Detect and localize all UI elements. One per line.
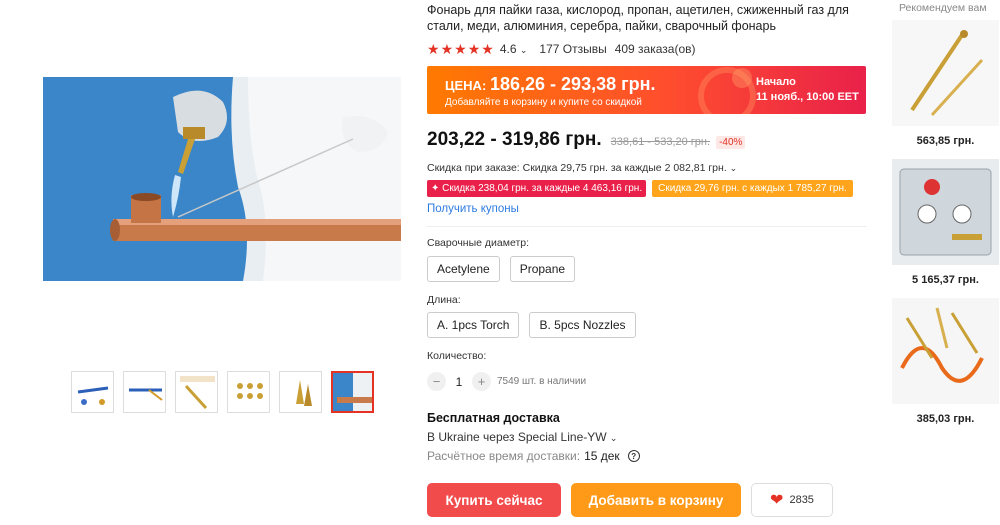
thumbnail-strip xyxy=(71,371,374,413)
heart-icon: ❤ xyxy=(770,492,784,509)
promo-price-range: 186,26 - 293,38 грн. xyxy=(490,74,656,94)
question-icon[interactable]: ? xyxy=(627,450,640,462)
shipping-method-text: В Ukraine через Special Line-YW xyxy=(427,430,607,444)
promo-start-label: Начало xyxy=(756,76,796,88)
action-buttons: Купить сейчас Добавить в корзину ❤ 2835 xyxy=(427,483,833,517)
thumbnail-5[interactable] xyxy=(279,371,322,413)
rating-row: ★ ★ ★ ★ ★ 4.6 ⌄ 177 Отзывы 409 заказа(ов… xyxy=(427,42,867,56)
recommended-item-2[interactable]: 5 165,37 грн. xyxy=(892,159,999,286)
promo-start-date: 11 нояб., 10:00 EET xyxy=(756,91,859,103)
recommended-title: Рекомендуем вам xyxy=(899,2,987,14)
star-icon: ★ xyxy=(454,41,467,57)
thumbnail-1[interactable] xyxy=(71,371,114,413)
coupon-red[interactable]: ✦ Скидка 238,04 грн. за каждые 4 463,16 … xyxy=(427,180,647,197)
order-discount[interactable]: Скидка при заказе: Скидка 29,75 грн. за … xyxy=(427,162,737,174)
diameter-label: Сварочные диаметр: xyxy=(427,237,530,249)
current-price: 203,22 - 319,86 грн. xyxy=(427,129,602,150)
shipping-title: Бесплатная доставка xyxy=(427,411,560,425)
order-discount-text: Скидка при заказе: Скидка 29,75 грн. за … xyxy=(427,162,727,174)
length-label: Длина: xyxy=(427,294,461,306)
option-nozzles[interactable]: B. 5pcs Nozzles xyxy=(529,312,636,338)
recommended-item-1[interactable]: 563,85 грн. xyxy=(892,20,999,147)
quantity-stepper: − 1 + 7549 шт. в наличии xyxy=(427,372,586,391)
old-price: 338,61 - 533,20 грн. xyxy=(610,136,711,148)
shipping-method[interactable]: В Ukraine через Special Line-YW ⌄ xyxy=(427,430,617,444)
product-info: Фонарь для пайки газа, кислород, пропан,… xyxy=(427,0,867,517)
star-icon: ★ xyxy=(467,41,481,57)
divider xyxy=(427,226,867,227)
chevron-down-icon: ⌄ xyxy=(729,163,738,173)
coupon-orange[interactable]: Скидка 29,76 грн. с каждых 1 785,27 грн. xyxy=(652,180,853,197)
product-title: Фонарь для пайки газа, кислород, пропан,… xyxy=(427,3,849,33)
thumbnail-2[interactable] xyxy=(123,371,166,413)
recommended-price: 385,03 грн. xyxy=(916,413,975,425)
recommended-panel: Рекомендуем вам 563,85 грн. 5 165,37 грн… xyxy=(890,0,1000,425)
wishlist-count: 2835 xyxy=(789,494,814,506)
recommended-image xyxy=(892,298,999,404)
delivery-time-label: Расчётное время доставки: xyxy=(427,449,581,463)
option-acetylene[interactable]: Acetylene xyxy=(427,256,500,282)
chevron-down-icon: ⌄ xyxy=(609,433,618,443)
star-icon: ★ xyxy=(440,41,454,57)
quantity-plus-button[interactable]: + xyxy=(472,372,491,391)
wishlist-button[interactable]: ❤ 2835 xyxy=(751,483,833,517)
discount-badge: -40% xyxy=(716,136,746,149)
promo-subtitle: Добавляйте в корзину и купите со скидкой xyxy=(445,97,642,108)
quantity-label: Количество: xyxy=(427,350,487,362)
delivery-time-value: 15 дек xyxy=(584,449,620,463)
add-to-cart-button[interactable]: Добавить в корзину xyxy=(571,483,741,517)
buy-now-button[interactable]: Купить сейчас xyxy=(427,483,561,517)
length-options: A. 1pcs Torch B. 5pcs Nozzles xyxy=(427,312,636,338)
recommended-image xyxy=(892,20,999,126)
promo-start: Начало 11 нояб., 10:00 EET xyxy=(756,75,859,105)
delivery-time: Расчётное время доставки: 15 дек ? xyxy=(427,449,640,463)
price-row: 203,22 - 319,86 грн. 338,61 - 533,20 грн… xyxy=(427,129,746,151)
recommended-price: 5 165,37 грн. xyxy=(912,274,979,286)
recommended-item-3[interactable]: 385,03 грн. xyxy=(892,298,999,425)
chevron-down-icon: ⌄ xyxy=(519,45,528,55)
main-product-image[interactable] xyxy=(43,77,401,281)
reviews-count[interactable]: 177 Отзывы xyxy=(539,42,606,56)
diameter-options: Acetylene Propane xyxy=(427,256,576,282)
quantity-value[interactable]: 1 xyxy=(446,375,472,389)
promo-banner: ЦЕНА: 186,26 - 293,38 грн. Добавляйте в … xyxy=(427,66,866,114)
star-icon: ★ xyxy=(481,41,494,57)
rating-value[interactable]: 4.6 ⌄ xyxy=(500,42,528,56)
option-torch[interactable]: A. 1pcs Torch xyxy=(427,312,520,338)
promo-price-label: ЦЕНА: xyxy=(445,78,487,93)
get-coupons-link[interactable]: Получить купоны xyxy=(427,203,519,215)
option-propane[interactable]: Propane xyxy=(509,256,576,282)
star-icon: ★ xyxy=(427,41,440,57)
orders-count: 409 заказа(ов) xyxy=(614,42,696,56)
rating-stars: ★ ★ ★ ★ ★ xyxy=(427,42,494,56)
coupon-list: ✦ Скидка 238,04 грн. за каждые 4 463,16 … xyxy=(427,180,853,197)
recommended-image xyxy=(892,159,999,265)
thumbnail-6-selected[interactable] xyxy=(331,371,374,413)
thumbnail-3[interactable] xyxy=(175,371,218,413)
recommended-price: 563,85 грн. xyxy=(916,135,975,147)
quantity-minus-button[interactable]: − xyxy=(427,372,446,391)
thumbnail-4[interactable] xyxy=(227,371,270,413)
stock-count: 7549 шт. в наличии xyxy=(497,376,587,387)
